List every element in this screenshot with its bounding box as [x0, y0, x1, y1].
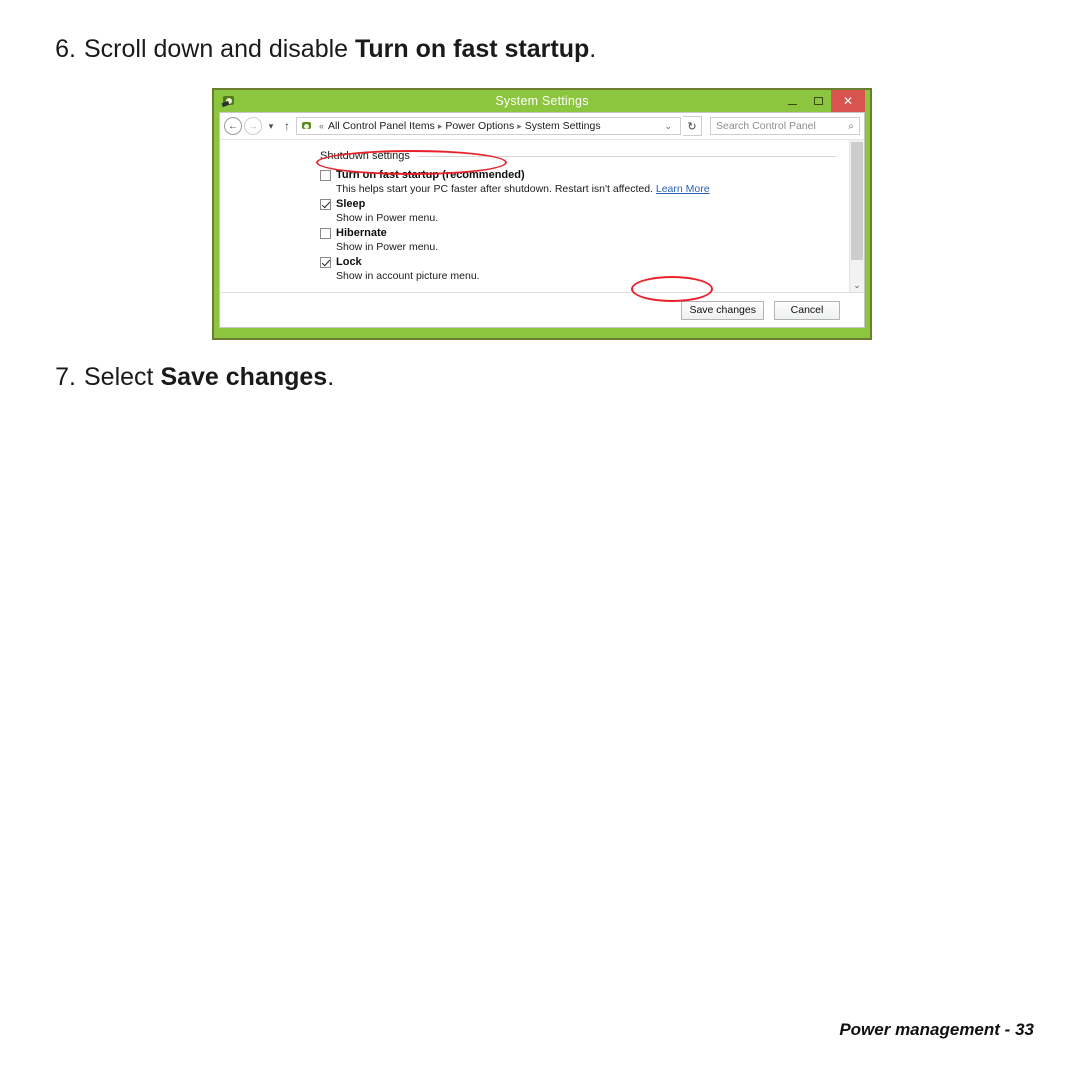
address-bar-icon [300, 120, 313, 132]
shutdown-settings-title: Shutdown settings [320, 150, 410, 162]
sleep-label: Sleep [336, 198, 366, 210]
forward-button[interactable]: → [244, 117, 262, 135]
back-button[interactable]: ← [224, 117, 242, 135]
footer-section-name: Power management [839, 1020, 1000, 1039]
scroll-down-icon[interactable]: ⌄ [850, 278, 864, 292]
header-rule [417, 155, 836, 157]
step-6-bold-text: Turn on fast startup [355, 35, 590, 63]
turn-on-fast-startup-label: Turn on fast startup (recommended) [336, 169, 525, 181]
step-7-text-before: Select [84, 363, 161, 391]
footer-dash: - [1004, 1020, 1011, 1039]
sleep-description: Show in Power menu. [336, 212, 439, 224]
lock-label: Lock [336, 256, 362, 268]
step-7-bold-text: Save changes [160, 363, 328, 391]
instruction-step-7: 7. Select Save changes. [36, 362, 334, 392]
turn-on-fast-startup-description: This helps start your PC faster after sh… [336, 183, 836, 195]
page-footer: Power management - 33 [839, 1020, 1034, 1040]
step-7-number: 7. [55, 363, 76, 391]
screenshot-figure: System Settings ✕ ← → ▾ ↑ « All Control … [212, 88, 872, 340]
sleep-option[interactable]: Sleep [320, 198, 836, 210]
save-changes-button[interactable]: Save changes [681, 300, 764, 320]
settings-content-pane: Shutdown settings Turn on fast startup (… [220, 140, 864, 292]
search-input-placeholder[interactable]: Search Control Panel [716, 120, 816, 132]
window-body: ← → ▾ ↑ « All Control Panel Items ▸ Powe… [219, 112, 865, 328]
learn-more-link[interactable]: Learn More [656, 183, 710, 195]
turn-on-fast-startup-checkbox[interactable] [320, 169, 331, 181]
step-6-number: 6. [55, 35, 76, 63]
fast-startup-desc-text: This helps start your PC faster after sh… [336, 183, 656, 195]
step-6-text-after: . [589, 35, 597, 63]
address-navbar: ← → ▾ ↑ « All Control Panel Items ▸ Powe… [220, 113, 864, 140]
path-prefix: « [319, 121, 325, 131]
instruction-step-6: 6. Scroll down and disable Turn on fast s… [36, 34, 596, 64]
turn-on-fast-startup-option[interactable]: Turn on fast startup (recommended) [320, 169, 836, 181]
lock-description: Show in account picture menu. [336, 270, 480, 282]
sleep-checkbox[interactable] [320, 198, 331, 210]
breadcrumb-system-settings[interactable]: System Settings [525, 120, 601, 132]
vertical-scrollbar[interactable]: ⌄ [849, 140, 864, 292]
hibernate-option[interactable]: Hibernate [320, 227, 836, 239]
breadcrumb-separator-1: ▸ [437, 120, 443, 131]
cancel-button[interactable]: Cancel [774, 300, 840, 320]
shutdown-settings-header: Shutdown settings [320, 150, 836, 162]
window-frame: System Settings ✕ ← → ▾ ↑ « All Control … [214, 90, 870, 338]
breadcrumb-separator-2: ▸ [517, 120, 522, 131]
window-titlebar: System Settings ✕ [219, 90, 865, 112]
lock-option[interactable]: Lock [320, 256, 836, 268]
shutdown-settings-group: Shutdown settings Turn on fast startup (… [220, 150, 864, 282]
up-one-level-button[interactable]: ↑ [280, 119, 294, 133]
search-icon: ⌕ [848, 120, 854, 132]
recent-locations-button[interactable]: ▾ [264, 121, 278, 132]
hibernate-label: Hibernate [336, 227, 387, 239]
scrollbar-thumb[interactable] [851, 142, 863, 260]
page-number: 33 [1015, 1020, 1034, 1039]
step-7-text-after: . [327, 363, 335, 391]
address-dropdown-icon[interactable]: ⌄ [659, 121, 677, 132]
hibernate-checkbox[interactable] [320, 227, 331, 239]
breadcrumb-power-options[interactable]: Power Options [445, 120, 514, 132]
window-title: System Settings [495, 94, 589, 108]
step-6-text-before: Scroll down and disable [84, 35, 355, 63]
search-box[interactable]: Search Control Panel ⌕ [710, 117, 860, 135]
dialog-footer: Save changes Cancel [220, 293, 864, 327]
hibernate-description: Show in Power menu. [336, 241, 439, 253]
address-bar[interactable]: « All Control Panel Items ▸ Power Option… [296, 117, 681, 135]
refresh-button[interactable]: ↻ [683, 116, 702, 136]
breadcrumb-all-control-panel-items[interactable]: All Control Panel Items [328, 120, 435, 132]
lock-checkbox[interactable] [320, 256, 331, 268]
